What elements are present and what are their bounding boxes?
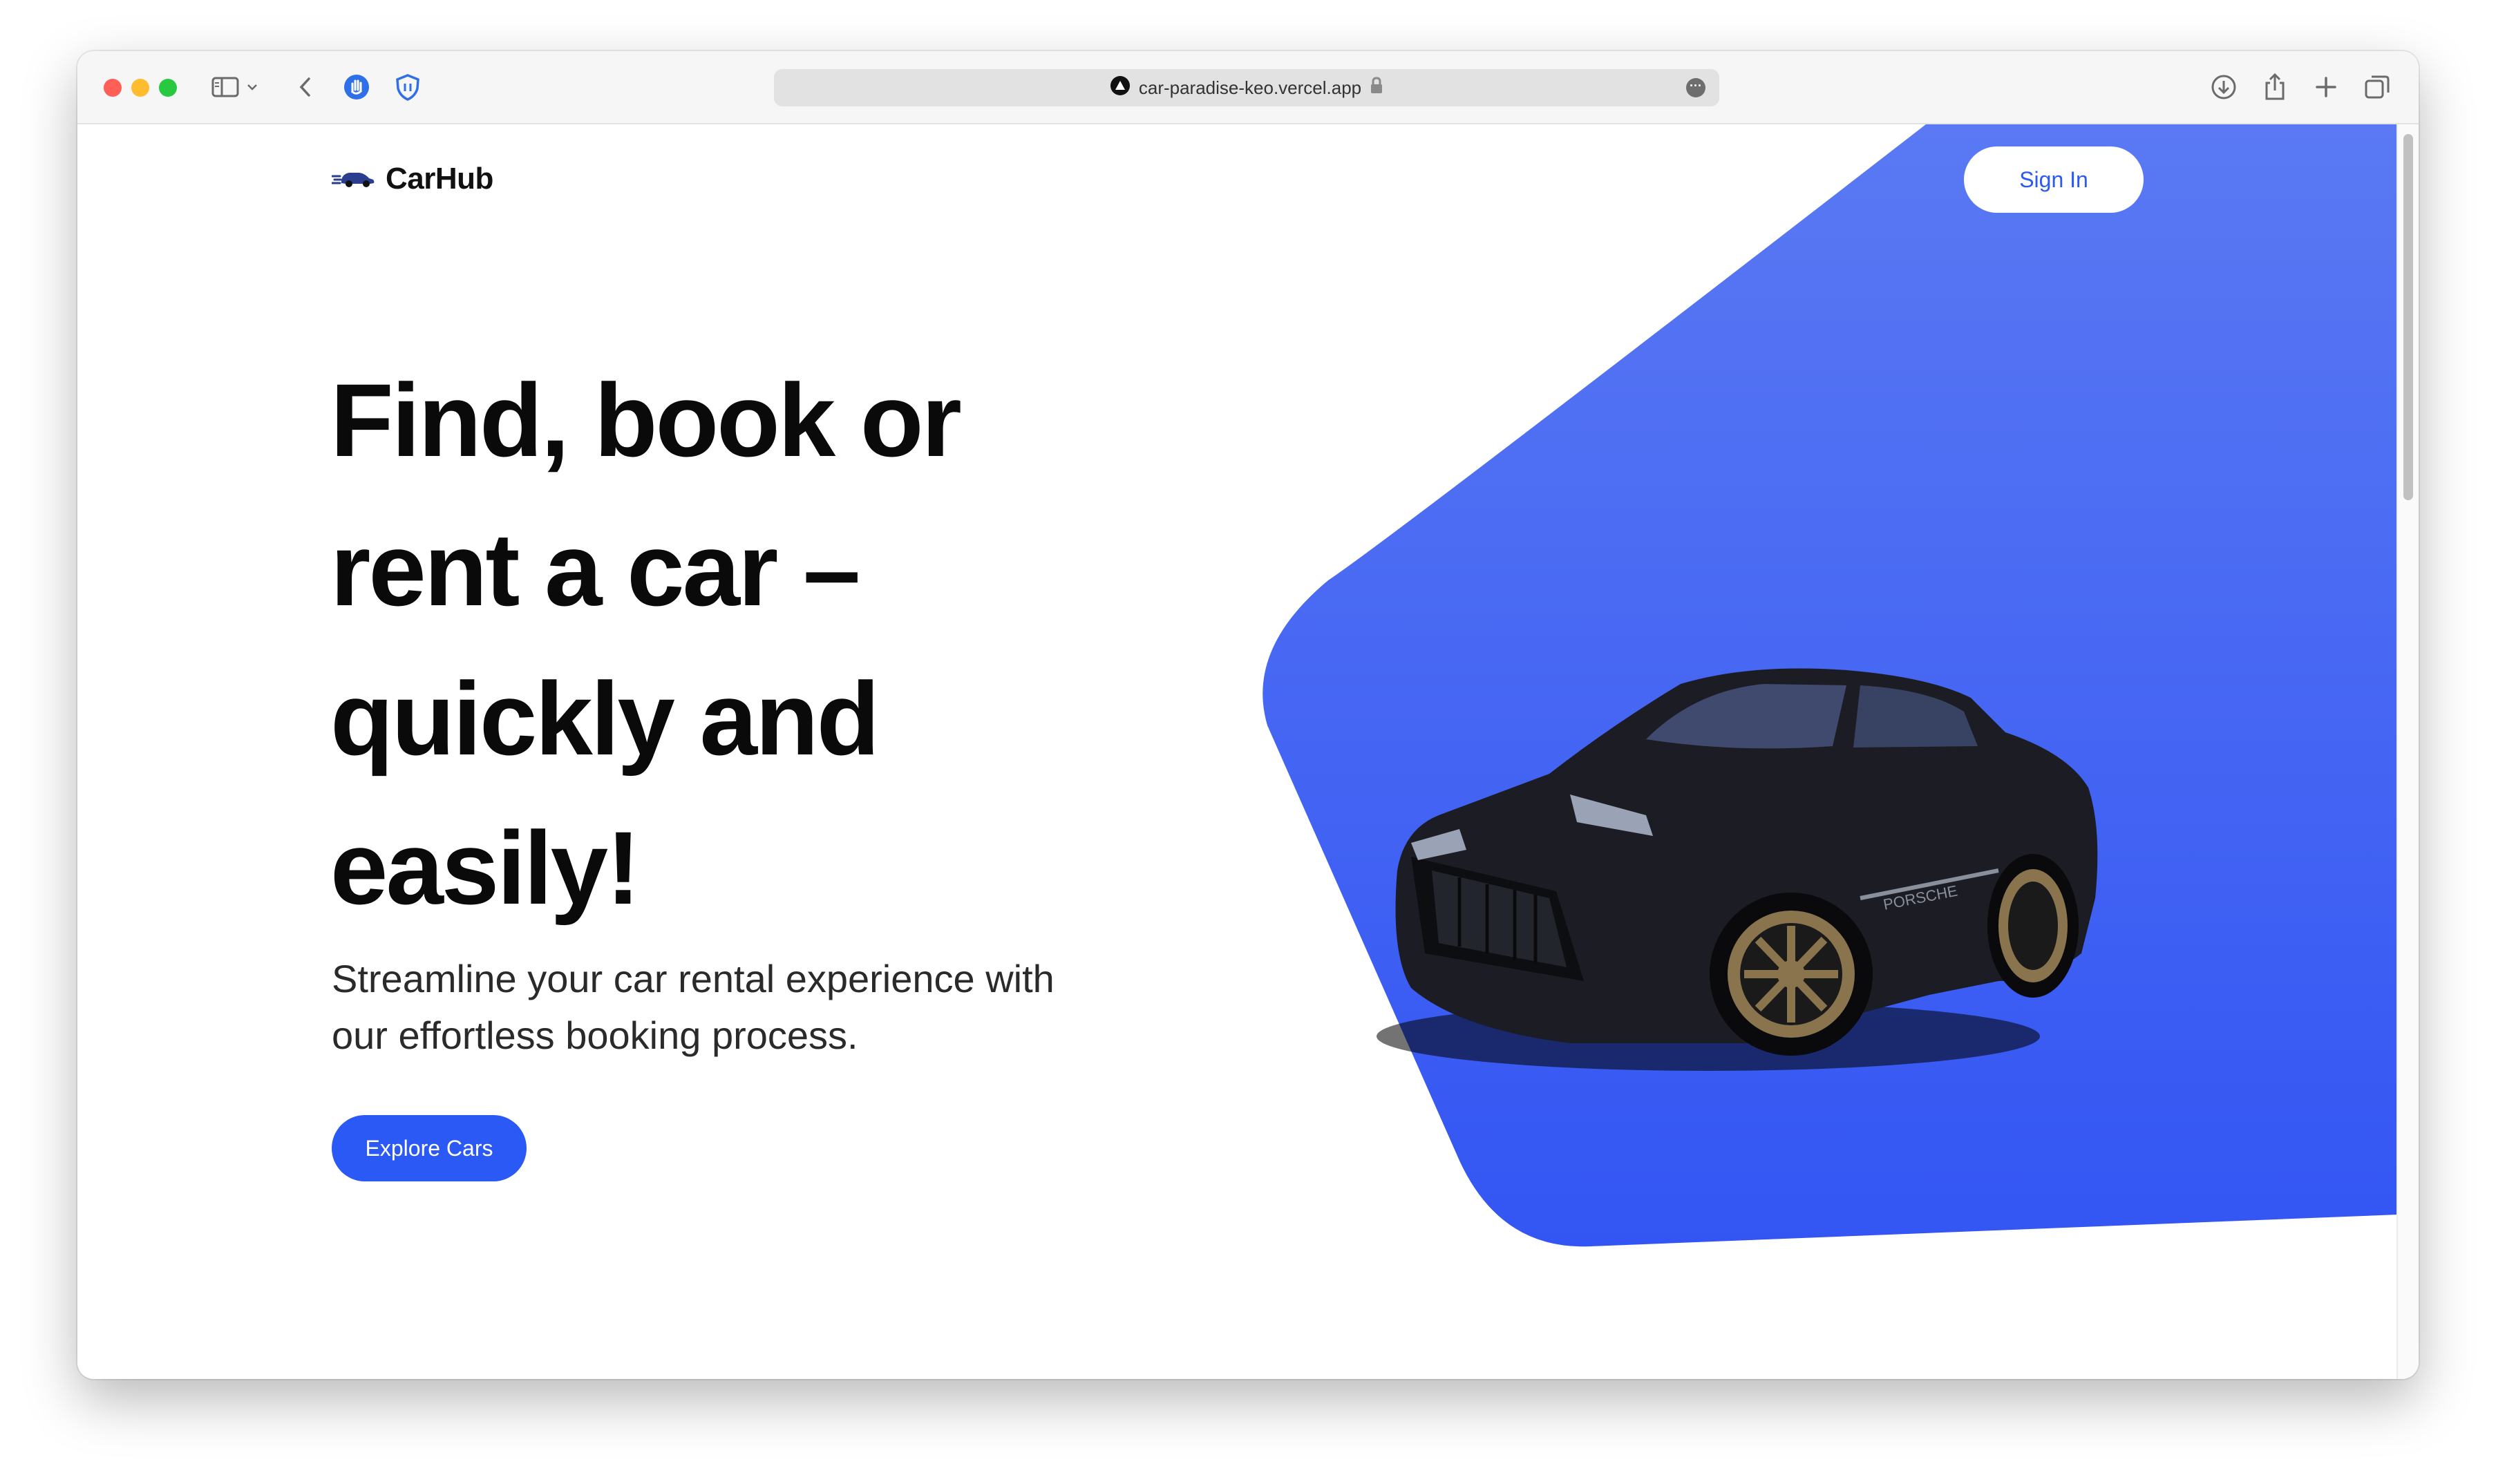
logo-text: CarHub [386,162,493,196]
shield-icon[interactable] [391,70,424,104]
sidebar-icon[interactable] [209,70,242,104]
browser-window: car-paradise-keo.vercel.app ··· CarHub S… [77,51,2419,1379]
page-content: CarHub Sign In Find, book or rent a car … [77,124,2398,1379]
more-icon[interactable]: ··· [1686,78,1705,97]
lock-icon [1370,76,1383,99]
back-icon[interactable] [289,70,322,104]
privacy-hand-icon[interactable] [340,70,373,104]
tabs-overview-icon[interactable] [2361,70,2394,104]
explore-cars-button[interactable]: Explore Cars [332,1115,527,1181]
page-scrollbar[interactable] [2396,124,2419,1379]
chevron-down-icon[interactable] [242,70,263,104]
hero-headline: Find, book or rent a car – quickly and e… [330,362,962,926]
close-window-button[interactable] [104,79,122,97]
minimize-window-button[interactable] [131,79,149,97]
car-logo-icon [330,167,376,192]
download-icon[interactable] [2207,70,2240,104]
hero-subtitle: Streamline your car rental experience wi… [332,957,1055,1057]
zoom-window-button[interactable] [159,79,177,97]
scrollbar-thumb[interactable] [2403,134,2413,500]
sign-in-button[interactable]: Sign In [1964,146,2144,213]
share-icon[interactable] [2258,70,2291,104]
site-favicon-icon [1110,75,1131,101]
url-text: car-paradise-keo.vercel.app [1138,77,1362,98]
address-bar[interactable]: car-paradise-keo.vercel.app ··· [774,69,1719,106]
hero-car-image: PORSCHE [1377,668,2098,1071]
new-tab-icon[interactable] [2309,70,2343,104]
browser-toolbar: car-paradise-keo.vercel.app ··· [77,51,2419,124]
logo[interactable]: CarHub [330,162,493,196]
